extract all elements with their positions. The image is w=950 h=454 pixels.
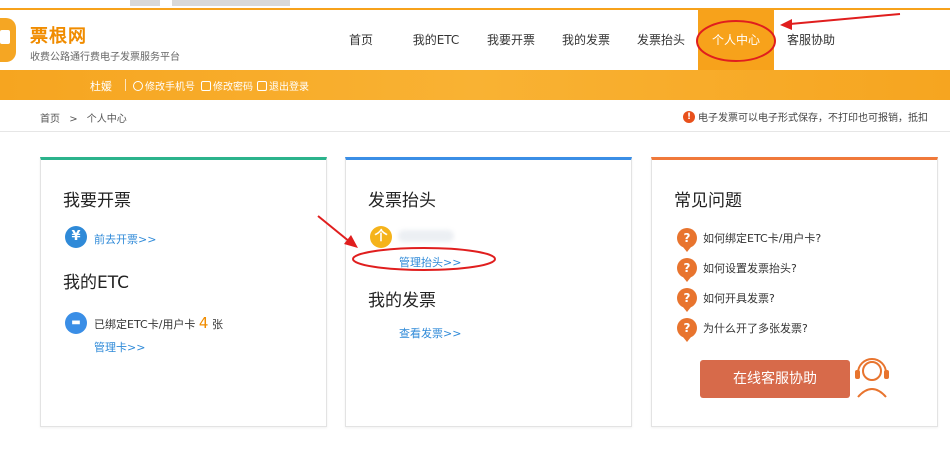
change-phone-link[interactable]: 修改手机号	[133, 78, 195, 93]
nav-my-etc[interactable]: 我的ETC	[404, 10, 468, 70]
site-header: 票根网 收费公路通行费电子发票服务平台 首页 我的ETC 我要开票 我的发票 发…	[0, 10, 950, 70]
top-gray-block	[130, 0, 160, 6]
online-service-button[interactable]: 在线客服协助	[700, 360, 850, 398]
faq-item[interactable]: ? 如何开具发票?	[677, 288, 775, 312]
faq-text: 为什么开了多张发票?	[703, 322, 808, 335]
divider	[0, 131, 950, 132]
logout-label: 退出登录	[269, 82, 309, 93]
breadcrumb-current: 个人中心	[86, 114, 127, 125]
user-subbar: 杜媛 修改手机号 修改密码 退出登录	[0, 70, 950, 100]
divider	[125, 79, 126, 91]
nav-home[interactable]: 首页	[336, 10, 386, 70]
face-icon	[133, 80, 143, 91]
etc-bound-prefix: 已绑定ETC卡/用户卡	[94, 318, 196, 331]
breadcrumb: 首页 > 个人中心	[40, 110, 127, 125]
faq-text: 如何绑定ETC卡/用户卡?	[703, 232, 822, 245]
notice-bar: ! 电子发票可以电子形式保存，不打印也可报销，抵扣	[683, 109, 928, 124]
exclamation-icon: !	[683, 110, 695, 123]
faq-text: 如何设置发票抬头?	[703, 262, 797, 275]
nav-issue-invoice[interactable]: 我要开票	[480, 10, 542, 70]
manage-cards-link[interactable]: 管理卡>>	[94, 339, 145, 355]
logout-icon	[257, 80, 267, 91]
card-title-invoice-header: 发票抬头	[368, 191, 436, 211]
card-invoice-header: 发票抬头 个 管理抬头>> 我的发票 查看发票>>	[345, 157, 632, 427]
card-faq: 常见问题 ? 如何绑定ETC卡/用户卡? ? 如何设置发票抬头? ? 如何开具发…	[651, 157, 938, 427]
card-title-faq: 常见问题	[674, 191, 742, 211]
etc-count: 4	[198, 314, 209, 332]
logo-icon[interactable]	[0, 18, 16, 62]
card-invoice: 我要开票 ¥ 前去开票>> 我的ETC ▬ 已绑定ETC卡/用户卡 4 张 管理…	[40, 157, 327, 427]
card-title-my-invoices: 我的发票	[368, 291, 436, 311]
username: 杜媛	[90, 80, 112, 93]
headset-icon	[855, 358, 889, 398]
faq-item[interactable]: ? 为什么开了多张发票?	[677, 318, 808, 342]
nav-invoice-header[interactable]: 发票抬头	[630, 10, 692, 70]
question-icon: ?	[677, 318, 697, 342]
nav-my-invoices[interactable]: 我的发票	[555, 10, 617, 70]
breadcrumb-separator: >	[69, 114, 78, 125]
breadcrumb-home[interactable]: 首页	[40, 114, 60, 125]
etc-bound-suffix: 张	[211, 318, 223, 331]
question-icon: ?	[677, 228, 697, 252]
manage-header-link[interactable]: 管理抬头>>	[399, 254, 461, 270]
faq-item[interactable]: ? 如何设置发票抬头?	[677, 258, 797, 282]
view-invoices-link[interactable]: 查看发票>>	[399, 325, 461, 341]
top-gray-block	[172, 0, 290, 6]
lock-icon	[201, 80, 211, 91]
page: 票根网 收费公路通行费电子发票服务平台 首页 我的ETC 我要开票 我的发票 发…	[0, 0, 950, 454]
go-invoice-link[interactable]: 前去开票>>	[94, 231, 156, 247]
question-icon: ?	[677, 258, 697, 282]
change-phone-label: 修改手机号	[145, 82, 195, 93]
logout-link[interactable]: 退出登录	[257, 78, 309, 93]
change-password-link[interactable]: 修改密码	[201, 78, 253, 93]
card-title-issue-invoice: 我要开票	[63, 191, 131, 211]
nav-customer-service[interactable]: 客服协助	[780, 10, 842, 70]
brand-tagline: 收费公路通行费电子发票服务平台	[30, 52, 180, 63]
blurred-name	[398, 230, 454, 242]
notice-text: 电子发票可以电子形式保存，不打印也可报销，抵扣	[698, 113, 928, 124]
card-title-my-etc: 我的ETC	[63, 273, 129, 293]
faq-text: 如何开具发票?	[703, 292, 775, 305]
etc-bound-text: 已绑定ETC卡/用户卡 4 张	[94, 314, 223, 332]
top-strip	[0, 0, 950, 10]
faq-item[interactable]: ? 如何绑定ETC卡/用户卡?	[677, 228, 822, 252]
question-icon: ?	[677, 288, 697, 312]
avatar: 个	[370, 226, 392, 248]
change-password-label: 修改密码	[213, 82, 253, 93]
yen-icon: ¥	[65, 226, 87, 248]
nav-personal-center[interactable]: 个人中心	[698, 10, 774, 70]
card-icon: ▬	[65, 312, 87, 334]
brand-name[interactable]: 票根网	[30, 22, 87, 48]
